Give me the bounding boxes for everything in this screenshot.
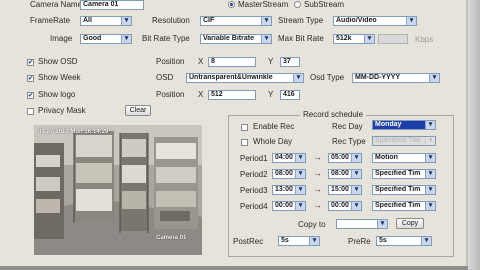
pre-rec-label: PreRe <box>348 237 371 246</box>
osd-y-label: Y <box>268 57 274 66</box>
period2-start[interactable]: 08:00 <box>272 169 306 179</box>
stream-type-select[interactable]: Audio/Video <box>333 16 417 26</box>
resolution-select[interactable]: CIF <box>200 16 272 26</box>
record-schedule-title: Record schedule <box>300 110 367 120</box>
bit-rate-type-label: Bit Rate Type <box>142 34 190 43</box>
stream-type-label: Stream Type <box>278 16 324 25</box>
logo-x-label: X <box>198 90 204 99</box>
kbps-label: Kbps <box>415 35 434 44</box>
osd-x-label: X <box>198 57 204 66</box>
logo-y-label: Y <box>268 90 274 99</box>
period4-type[interactable]: Specified Tim <box>372 201 436 211</box>
rec-day-label: Rec Day <box>332 122 363 131</box>
bit-rate-type-select[interactable]: Variable Bitrate <box>200 34 272 44</box>
period2-type[interactable]: Specified Tim <box>372 169 436 179</box>
logo-position-y-input[interactable]: 416 <box>280 90 300 100</box>
period3-label: Period3 <box>240 186 268 195</box>
max-bit-rate-label: Max Bit Rate <box>278 34 324 43</box>
show-week-checkbox[interactable]: ✔ <box>27 75 34 82</box>
osd-mode-label: OSD <box>156 73 174 82</box>
period4-label: Period4 <box>240 202 268 211</box>
arrow-icon: → <box>314 185 322 194</box>
osd-type-label: Osd Type <box>310 73 345 82</box>
image-quality-select[interactable]: Good <box>80 34 132 44</box>
sub-stream-label: SubStream <box>304 0 345 9</box>
copy-to-label: Copy to <box>298 220 326 229</box>
period3-start[interactable]: 13:00 <box>272 185 306 195</box>
show-week-label: Show Week <box>38 73 81 82</box>
camera-preview[interactable]: 01-27-2013 Mon 16:14:29 Camera 01 <box>34 125 202 255</box>
period2-end[interactable]: 08:00 <box>328 169 362 179</box>
master-stream-label: MasterStream <box>238 0 289 9</box>
camera-name-label: Camera Name <box>30 0 83 9</box>
period1-start[interactable]: 04:00 <box>272 153 306 163</box>
rec-type-select: Specified Tim <box>372 136 436 146</box>
privacy-mask-checkbox[interactable] <box>27 108 34 115</box>
period3-end[interactable]: 15:00 <box>328 185 362 195</box>
pre-rec-select[interactable]: 5s <box>376 236 432 246</box>
enable-rec-label: Enable Rec <box>253 122 295 131</box>
frame-rate-select[interactable]: All <box>80 16 132 26</box>
osd-camera-caption: Camera 01 <box>156 235 187 241</box>
privacy-mask-label: Privacy Mask <box>38 106 86 115</box>
period3-type[interactable]: Specified Tim <box>372 185 436 195</box>
camera-settings-dialog: Camera Name Camera 01 MasterStream SubSt… <box>0 0 468 266</box>
show-osd-label: Show OSD <box>38 57 78 66</box>
whole-day-checkbox[interactable] <box>241 139 248 146</box>
arrow-icon: → <box>314 153 322 162</box>
show-osd-checkbox[interactable]: ✔ <box>27 59 34 66</box>
post-rec-select[interactable]: 5s <box>278 236 320 246</box>
logo-position-label: Position <box>156 90 185 99</box>
custom-bit-rate-input <box>378 34 408 44</box>
copy-button[interactable]: Copy <box>396 218 424 229</box>
frame-rate-label: FrameRate <box>30 16 71 25</box>
osd-timestamp: 01-27-2013 Mon 16:14:29 <box>38 129 109 135</box>
period1-type[interactable]: Motion <box>372 153 436 163</box>
logo-position-x-input[interactable]: 512 <box>208 90 256 100</box>
show-logo-label: Show logo <box>38 90 76 99</box>
sub-stream-radio[interactable] <box>294 1 301 8</box>
camera-name-input[interactable]: Camera 01 <box>80 0 144 10</box>
osd-type-select[interactable]: MM-DD-YYYY <box>352 73 440 83</box>
copy-to-select[interactable] <box>336 219 388 229</box>
show-logo-checkbox[interactable]: ✔ <box>27 92 34 99</box>
arrow-icon: → <box>314 201 322 210</box>
period4-start[interactable]: 00:00 <box>272 201 306 211</box>
rec-type-label: Rec Type <box>332 137 366 146</box>
master-stream-radio[interactable] <box>228 1 235 8</box>
osd-position-y-input[interactable]: 37 <box>280 57 300 67</box>
image-quality-label: Image <box>50 34 73 43</box>
osd-position-label: Position <box>156 57 185 66</box>
enable-rec-checkbox[interactable] <box>241 124 248 131</box>
osd-mode-select[interactable]: Untransparent&Unwinkle <box>186 73 304 83</box>
osd-position-x-input[interactable]: 8 <box>208 57 256 67</box>
window-edge <box>468 0 480 270</box>
period2-label: Period2 <box>240 170 268 179</box>
whole-day-label: Whole Day <box>253 137 293 146</box>
max-bit-rate-select[interactable]: 512k <box>333 34 375 44</box>
post-rec-label: PostRec <box>233 237 264 246</box>
arrow-icon: → <box>314 169 322 178</box>
period1-end[interactable]: 05:00 <box>328 153 362 163</box>
clear-mask-button[interactable]: Clear <box>125 105 151 116</box>
period4-end[interactable]: 00:00 <box>328 201 362 211</box>
period1-label: Period1 <box>240 154 268 163</box>
resolution-label: Resolution <box>152 16 190 25</box>
rec-day-select[interactable]: Monday <box>372 120 436 130</box>
